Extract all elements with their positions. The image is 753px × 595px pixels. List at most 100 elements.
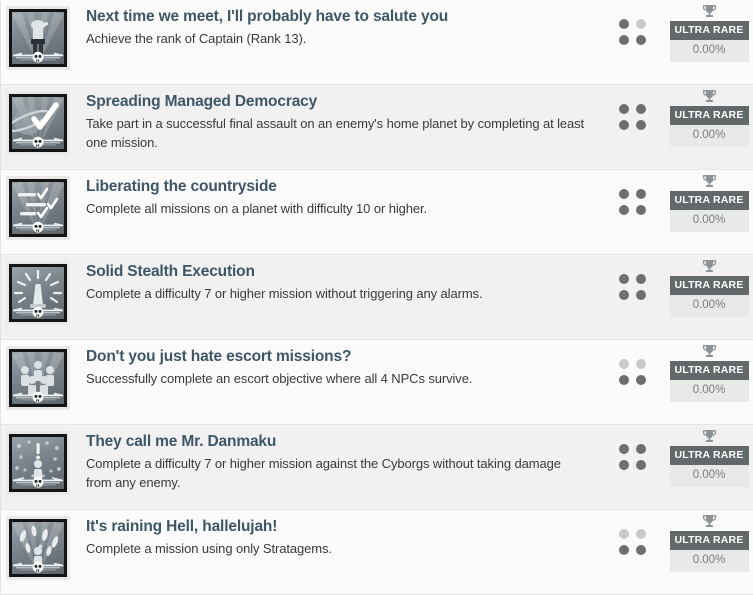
rarity-badge: ULTRA RARE (669, 361, 749, 380)
trophy-progress-dots (597, 0, 667, 45)
progress-dot (635, 19, 646, 29)
progress-dot (635, 274, 646, 284)
trophy-title[interactable]: Spreading Managed Democracy (86, 89, 589, 114)
trophy-progress-dots (597, 85, 667, 130)
trophy-progress-dots (597, 510, 667, 555)
progress-dot (635, 375, 646, 385)
rarity-percent: 0.00% (692, 554, 726, 566)
progress-dot (618, 274, 629, 284)
trophy-rarity-cell: ULTRA RARE 0.00% (667, 0, 753, 62)
alarm-siren-icon (12, 267, 64, 319)
progress-dot (635, 120, 646, 130)
trophy-progress-dots (597, 255, 667, 300)
trophy-icon-cell[interactable] (1, 85, 75, 155)
trophy-rarity-cell: ULTRA RARE 0.00% (667, 255, 753, 317)
progress-dot (618, 290, 629, 300)
trophy-row[interactable]: Spreading Managed Democracy Take part in … (1, 85, 753, 170)
trophy-cup-icon (701, 428, 718, 445)
progress-dot (635, 290, 646, 300)
trophy-icon-frame (6, 91, 70, 155)
trophy-rarity-cell: ULTRA RARE 0.00% (667, 170, 753, 232)
trophy-text-cell: Spreading Managed Democracy Take part in … (75, 85, 597, 152)
progress-dot (635, 35, 646, 45)
trophy-title[interactable]: Don't you just hate escort missions? (86, 344, 589, 369)
progress-dot (635, 545, 646, 555)
trophy-description: Take part in a successful final assault … (86, 116, 585, 150)
trophy-title[interactable]: They call me Mr. Danmaku (86, 429, 589, 454)
trophy-cup-icon (702, 345, 716, 357)
trophy-cup-icon (702, 90, 716, 102)
progress-dot (618, 375, 629, 385)
trophy-text-cell: Next time we meet, I'll probably have to… (75, 0, 597, 48)
trophy-title[interactable]: Next time we meet, I'll probably have to… (86, 4, 589, 29)
trophy-icon-inner (9, 264, 67, 322)
trophy-icon-cell[interactable] (1, 0, 75, 70)
rarity-box: ULTRA RARE 0.00% (669, 21, 749, 62)
trophy-title[interactable]: Solid Stealth Execution (86, 259, 589, 284)
trophy-icon-cell[interactable] (1, 340, 75, 410)
trophy-icon-inner (9, 94, 67, 152)
trophy-icon-frame (6, 346, 70, 410)
progress-dot (635, 205, 646, 215)
progress-dot (635, 104, 646, 114)
trophy-progress-dots (597, 425, 667, 470)
trophy-icon-cell[interactable] (1, 510, 75, 580)
trophy-row[interactable]: Don't you just hate escort missions? Succ… (1, 340, 753, 425)
trophy-icon-cell[interactable] (1, 255, 75, 325)
trophy-cup-icon (702, 430, 716, 442)
rarity-box: ULTRA RARE 0.00% (669, 446, 749, 487)
civilian-group-icon (12, 352, 64, 404)
trophy-rarity-cell: ULTRA RARE 0.00% (667, 425, 753, 487)
trophy-icon-inner (9, 349, 67, 407)
trophy-title[interactable]: It's raining Hell, hallelujah! (86, 514, 589, 539)
rarity-badge: ULTRA RARE (669, 531, 749, 550)
trophy-row[interactable]: It's raining Hell, hallelujah! Complete a… (1, 510, 753, 595)
trophy-title[interactable]: Liberating the countryside (86, 174, 589, 199)
trophy-row[interactable]: Next time we meet, I'll probably have to… (1, 0, 753, 85)
progress-dot (618, 529, 629, 539)
trophy-icon-inner (9, 519, 67, 577)
trophy-description: Complete a difficulty 7 or higher missio… (86, 456, 561, 490)
trophy-row[interactable]: Solid Stealth Execution Complete a diffic… (1, 255, 753, 340)
rarity-box: ULTRA RARE 0.00% (669, 531, 749, 572)
rarity-badge: ULTRA RARE (669, 21, 749, 40)
progress-dot-grid (618, 359, 646, 385)
trophy-description: Complete a mission using only Stratagems… (86, 541, 332, 556)
rarity-percent: 0.00% (692, 129, 726, 141)
rarity-box: ULTRA RARE 0.00% (669, 276, 749, 317)
progress-dot (618, 104, 629, 114)
trophy-icon-inner (9, 9, 67, 67)
trophy-cup-icon (702, 515, 716, 527)
trophy-text-cell: Solid Stealth Execution Complete a diffic… (75, 255, 597, 303)
trophy-row[interactable]: They call me Mr. Danmaku Complete a diffi… (1, 425, 753, 510)
trophy-text-cell: Liberating the countryside Complete all m… (75, 170, 597, 218)
bullet-hell-icon (12, 437, 64, 489)
trophy-icon-inner (9, 179, 67, 237)
trophy-description: Complete a difficulty 7 or higher missio… (86, 286, 483, 301)
trophy-cup-icon (701, 258, 718, 275)
trophy-cup-icon (702, 175, 716, 187)
trophy-cup-icon (702, 5, 716, 17)
progress-dot (618, 205, 629, 215)
progress-dot (618, 35, 629, 45)
trophy-text-cell: It's raining Hell, hallelujah! Complete a… (75, 510, 597, 558)
rarity-badge: ULTRA RARE (669, 106, 749, 125)
progress-dot-grid (618, 104, 646, 130)
trophy-rarity-cell: ULTRA RARE 0.00% (667, 510, 753, 572)
trophy-rarity-cell: ULTRA RARE 0.00% (667, 85, 753, 147)
rarity-percent: 0.00% (692, 44, 726, 56)
rarity-percent: 0.00% (692, 384, 726, 396)
trophy-icon-cell[interactable] (1, 425, 75, 495)
trophy-achievement-list: Next time we meet, I'll probably have to… (0, 0, 753, 595)
trophy-icon-cell[interactable] (1, 170, 75, 240)
trophy-description: Achieve the rank of Captain (Rank 13). (86, 31, 307, 46)
progress-dot-grid (618, 444, 646, 470)
trophy-description: Complete all missions on a planet with d… (86, 201, 428, 216)
progress-dot (635, 189, 646, 199)
trophy-cup-icon (701, 173, 718, 190)
progress-dot (618, 444, 629, 454)
soldier-saluting-icon (12, 12, 64, 64)
progress-dot (618, 189, 629, 199)
trophy-row[interactable]: Liberating the countryside Complete all m… (1, 170, 753, 255)
trophy-rarity-cell: ULTRA RARE 0.00% (667, 340, 753, 402)
